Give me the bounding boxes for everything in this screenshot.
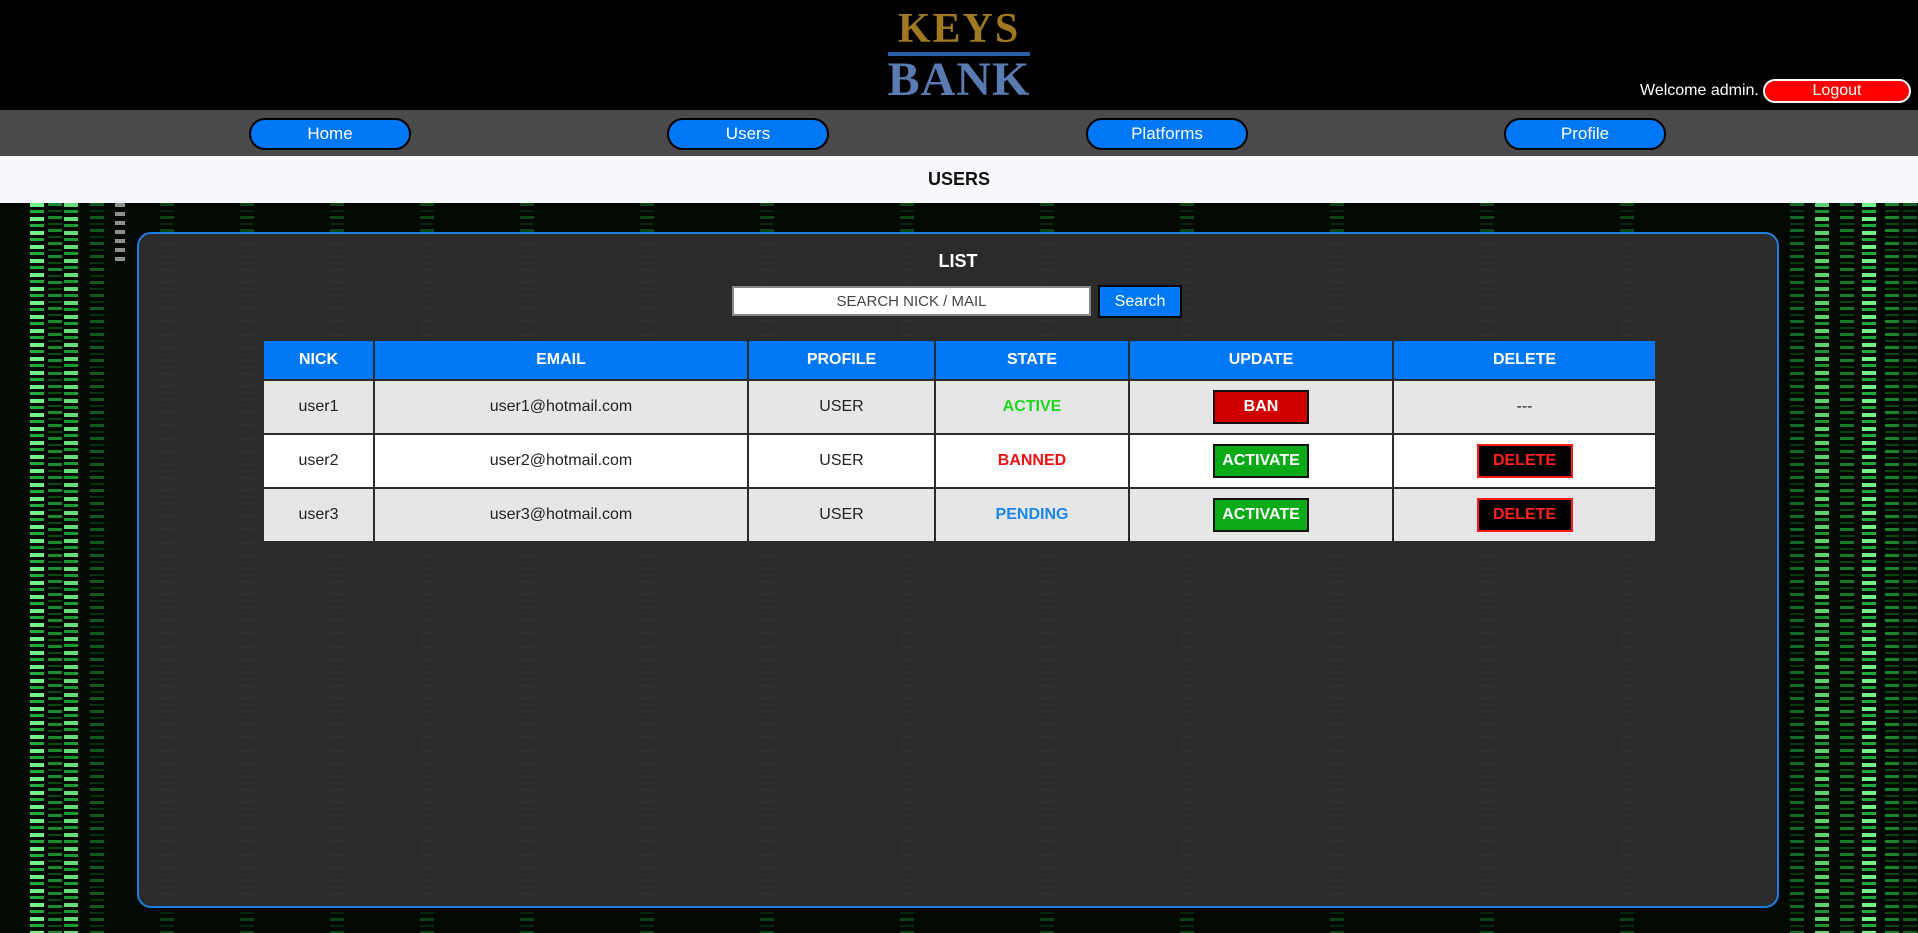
delete-button[interactable]: DELETE (1476, 498, 1573, 532)
state-badge: PENDING (995, 506, 1069, 523)
delete-button[interactable]: DELETE (1476, 444, 1573, 478)
column-header-nick[interactable]: NICK (262, 341, 375, 380)
page-title: USERS (0, 156, 1918, 203)
cell-update: ACTIVATE (1128, 433, 1394, 489)
ban-button[interactable]: BAN (1213, 390, 1309, 424)
cell-nick: user1 (262, 379, 375, 435)
table-row: user2 user2@hotmail.com USER BANNED ACTI… (262, 433, 1657, 489)
main-nav: Home Users Platforms Profile (0, 110, 1918, 156)
activate-button[interactable]: ACTIVATE (1213, 444, 1309, 478)
cell-state: BANNED (934, 433, 1130, 489)
users-list-panel: LIST Search NICK EMAIL PROFILE STATE UPD… (137, 232, 1779, 908)
welcome-text: Welcome admin. (1640, 82, 1759, 99)
nav-users-button[interactable]: Users (667, 118, 829, 150)
column-header-update[interactable]: UPDATE (1128, 341, 1394, 380)
cell-nick: user3 (262, 487, 375, 543)
search-input[interactable] (732, 286, 1091, 316)
nav-home-button[interactable]: Home (249, 118, 411, 150)
header: KEYS BANK Welcome admin. Logout (0, 0, 1918, 110)
activate-button[interactable]: ACTIVATE (1213, 498, 1309, 532)
cell-delete: --- (1392, 379, 1657, 435)
table-row: user1 user1@hotmail.com USER ACTIVE BAN … (262, 379, 1657, 435)
nav-profile-button[interactable]: Profile (1504, 118, 1666, 150)
search-button[interactable]: Search (1098, 285, 1182, 318)
cell-delete: DELETE (1392, 433, 1657, 489)
column-header-delete[interactable]: DELETE (1392, 341, 1657, 380)
cell-email: user2@hotmail.com (373, 433, 749, 489)
cell-state: ACTIVE (934, 379, 1130, 435)
column-header-state[interactable]: STATE (934, 341, 1130, 380)
cell-profile: USER (747, 433, 936, 489)
cell-profile: USER (747, 379, 936, 435)
users-table: NICK EMAIL PROFILE STATE UPDATE DELETE u… (262, 341, 1657, 543)
cell-delete: DELETE (1392, 487, 1657, 543)
cell-state: PENDING (934, 487, 1130, 543)
table-header-row: NICK EMAIL PROFILE STATE UPDATE DELETE (262, 341, 1657, 380)
state-badge: BANNED (997, 452, 1067, 469)
cell-email: user1@hotmail.com (373, 379, 749, 435)
cell-nick: user2 (262, 433, 375, 489)
logout-button[interactable]: Logout (1763, 79, 1911, 103)
state-badge: ACTIVE (1002, 398, 1062, 415)
cell-email: user3@hotmail.com (373, 487, 749, 543)
cell-update: ACTIVATE (1128, 487, 1394, 543)
cell-profile: USER (747, 487, 936, 543)
delete-placeholder: --- (1516, 398, 1533, 415)
cell-update: BAN (1128, 379, 1394, 435)
list-title: LIST (938, 251, 978, 271)
logo-top-text: KEYS (884, 8, 1034, 50)
keys-bank-logo[interactable]: KEYS BANK (884, 8, 1034, 106)
column-header-profile[interactable]: PROFILE (747, 341, 936, 380)
column-header-email[interactable]: EMAIL (373, 341, 749, 380)
logo-bottom-text: BANK (887, 53, 1031, 106)
table-row: user3 user3@hotmail.com USER PENDING ACT… (262, 487, 1657, 543)
nav-platforms-button[interactable]: Platforms (1086, 118, 1248, 150)
